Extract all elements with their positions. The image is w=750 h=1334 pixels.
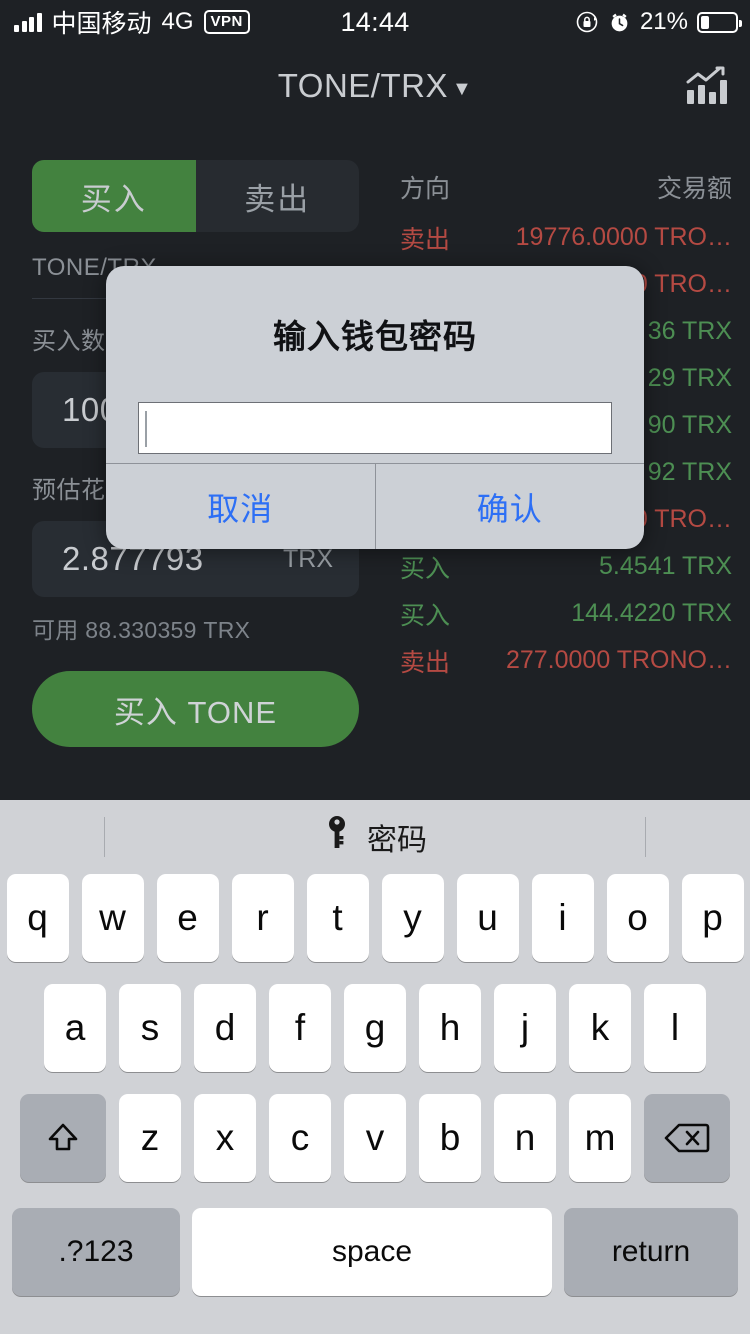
space-key[interactable]: space bbox=[192, 1208, 552, 1296]
order-amount: 277.0000 TRONO… bbox=[506, 646, 732, 675]
key-c[interactable]: c bbox=[269, 1094, 331, 1182]
key-m[interactable]: m bbox=[569, 1094, 631, 1182]
key-v[interactable]: v bbox=[344, 1094, 406, 1182]
trade-tabs: 买入 卖出 bbox=[32, 160, 359, 232]
dialog-body: 输入钱包密码 bbox=[106, 266, 644, 463]
key-l[interactable]: l bbox=[644, 984, 706, 1072]
table-row[interactable]: 卖出 19776.0000 TRO… bbox=[370, 214, 750, 261]
keyboard-row-2: a s d f g h j k l bbox=[0, 984, 750, 1072]
key-b[interactable]: b bbox=[419, 1094, 481, 1182]
dialog-actions: 取消 确认 bbox=[106, 463, 644, 549]
order-amount: 90 TRX bbox=[648, 411, 732, 440]
chevron-down-icon: ▼ bbox=[452, 78, 472, 100]
key-g[interactable]: g bbox=[344, 984, 406, 1072]
backspace-icon[interactable] bbox=[644, 1094, 730, 1182]
keyboard-row-4: .?123 space return bbox=[0, 1204, 750, 1296]
key-y[interactable]: y bbox=[382, 874, 444, 962]
key-n[interactable]: n bbox=[494, 1094, 556, 1182]
keyboard-row-1: q w e r t y u i o p bbox=[0, 874, 750, 962]
pair-selector[interactable]: TONE/TRX▼ bbox=[0, 52, 750, 123]
submit-buy-button[interactable]: 买入 TONE bbox=[32, 671, 359, 747]
key-q[interactable]: q bbox=[7, 874, 69, 962]
key-x[interactable]: x bbox=[194, 1094, 256, 1182]
tab-sell[interactable]: 卖出 bbox=[196, 160, 360, 232]
suggestion-label: 密码 bbox=[367, 815, 427, 859]
rotation-lock-icon bbox=[575, 10, 599, 34]
key-z[interactable]: z bbox=[119, 1094, 181, 1182]
order-amount: 92 TRX bbox=[648, 458, 732, 487]
key-r[interactable]: r bbox=[232, 874, 294, 962]
battery-icon bbox=[697, 12, 738, 33]
keyboard: 密码 q w e r t y u i o p a s d f g h j k l bbox=[0, 800, 750, 1334]
key-f[interactable]: f bbox=[269, 984, 331, 1072]
key-d[interactable]: d bbox=[194, 984, 256, 1072]
dialog-title: 输入钱包密码 bbox=[138, 310, 612, 358]
column-header-amount: 交易额 bbox=[657, 169, 732, 205]
key-u[interactable]: u bbox=[457, 874, 519, 962]
order-amount: 5.4541 TRX bbox=[599, 552, 732, 581]
order-direction: 买入 bbox=[400, 596, 470, 632]
order-list-header: 方向 交易额 bbox=[370, 160, 750, 214]
order-amount: 19776.0000 TRO… bbox=[516, 223, 732, 252]
key-k[interactable]: k bbox=[569, 984, 631, 1072]
key-icon bbox=[323, 815, 351, 859]
status-bar-right: 21% bbox=[575, 8, 738, 36]
chart-icon[interactable] bbox=[684, 66, 728, 106]
keyboard-row-3: z x c v b n m bbox=[0, 1094, 750, 1182]
pair-label: TONE/TRX bbox=[278, 67, 448, 104]
key-j[interactable]: j bbox=[494, 984, 556, 1072]
table-row[interactable]: 卖出 277.0000 TRONO… bbox=[370, 637, 750, 684]
confirm-button[interactable]: 确认 bbox=[375, 464, 645, 549]
order-amount: 0 TRO… bbox=[634, 505, 732, 534]
alarm-clock-icon bbox=[608, 11, 631, 34]
numeric-switch-key[interactable]: .?123 bbox=[12, 1208, 180, 1296]
shift-icon[interactable] bbox=[20, 1094, 106, 1182]
key-o[interactable]: o bbox=[607, 874, 669, 962]
tab-buy[interactable]: 买入 bbox=[32, 160, 196, 232]
order-direction: 卖出 bbox=[400, 643, 470, 679]
wallet-password-dialog: 输入钱包密码 取消 确认 bbox=[106, 266, 644, 549]
keyboard-suggestion-bar: 密码 bbox=[0, 800, 750, 874]
column-header-direction: 方向 bbox=[400, 169, 450, 205]
return-key[interactable]: return bbox=[564, 1208, 738, 1296]
order-direction: 买入 bbox=[400, 549, 470, 585]
app-screen: 中国移动 4G VPN 14:44 21% bbox=[0, 0, 750, 1334]
password-autofill-suggestion[interactable]: 密码 bbox=[323, 815, 427, 859]
app-header: TONE/TRX▼ bbox=[0, 52, 750, 120]
order-amount: 0 TRO… bbox=[634, 270, 732, 299]
suggestion-divider-left bbox=[104, 817, 105, 857]
text-cursor-icon bbox=[145, 411, 147, 447]
key-e[interactable]: e bbox=[157, 874, 219, 962]
order-amount: 144.4220 TRX bbox=[571, 599, 732, 628]
status-bar: 中国移动 4G VPN 14:44 21% bbox=[0, 0, 750, 44]
key-i[interactable]: i bbox=[532, 874, 594, 962]
battery-percent-label: 21% bbox=[640, 8, 688, 36]
suggestion-divider-right bbox=[645, 817, 646, 857]
key-t[interactable]: t bbox=[307, 874, 369, 962]
table-row[interactable]: 买入 5.4541 TRX bbox=[370, 543, 750, 590]
key-s[interactable]: s bbox=[119, 984, 181, 1072]
cancel-button[interactable]: 取消 bbox=[106, 464, 375, 549]
key-h[interactable]: h bbox=[419, 984, 481, 1072]
table-row[interactable]: 买入 144.4220 TRX bbox=[370, 590, 750, 637]
order-amount: 29 TRX bbox=[648, 364, 732, 393]
available-balance-label: 可用 88.330359 TRX bbox=[32, 611, 362, 645]
key-a[interactable]: a bbox=[44, 984, 106, 1072]
order-direction: 卖出 bbox=[400, 220, 470, 256]
key-p[interactable]: p bbox=[682, 874, 744, 962]
password-input[interactable] bbox=[138, 402, 612, 454]
order-amount: 36 TRX bbox=[648, 317, 732, 346]
key-w[interactable]: w bbox=[82, 874, 144, 962]
